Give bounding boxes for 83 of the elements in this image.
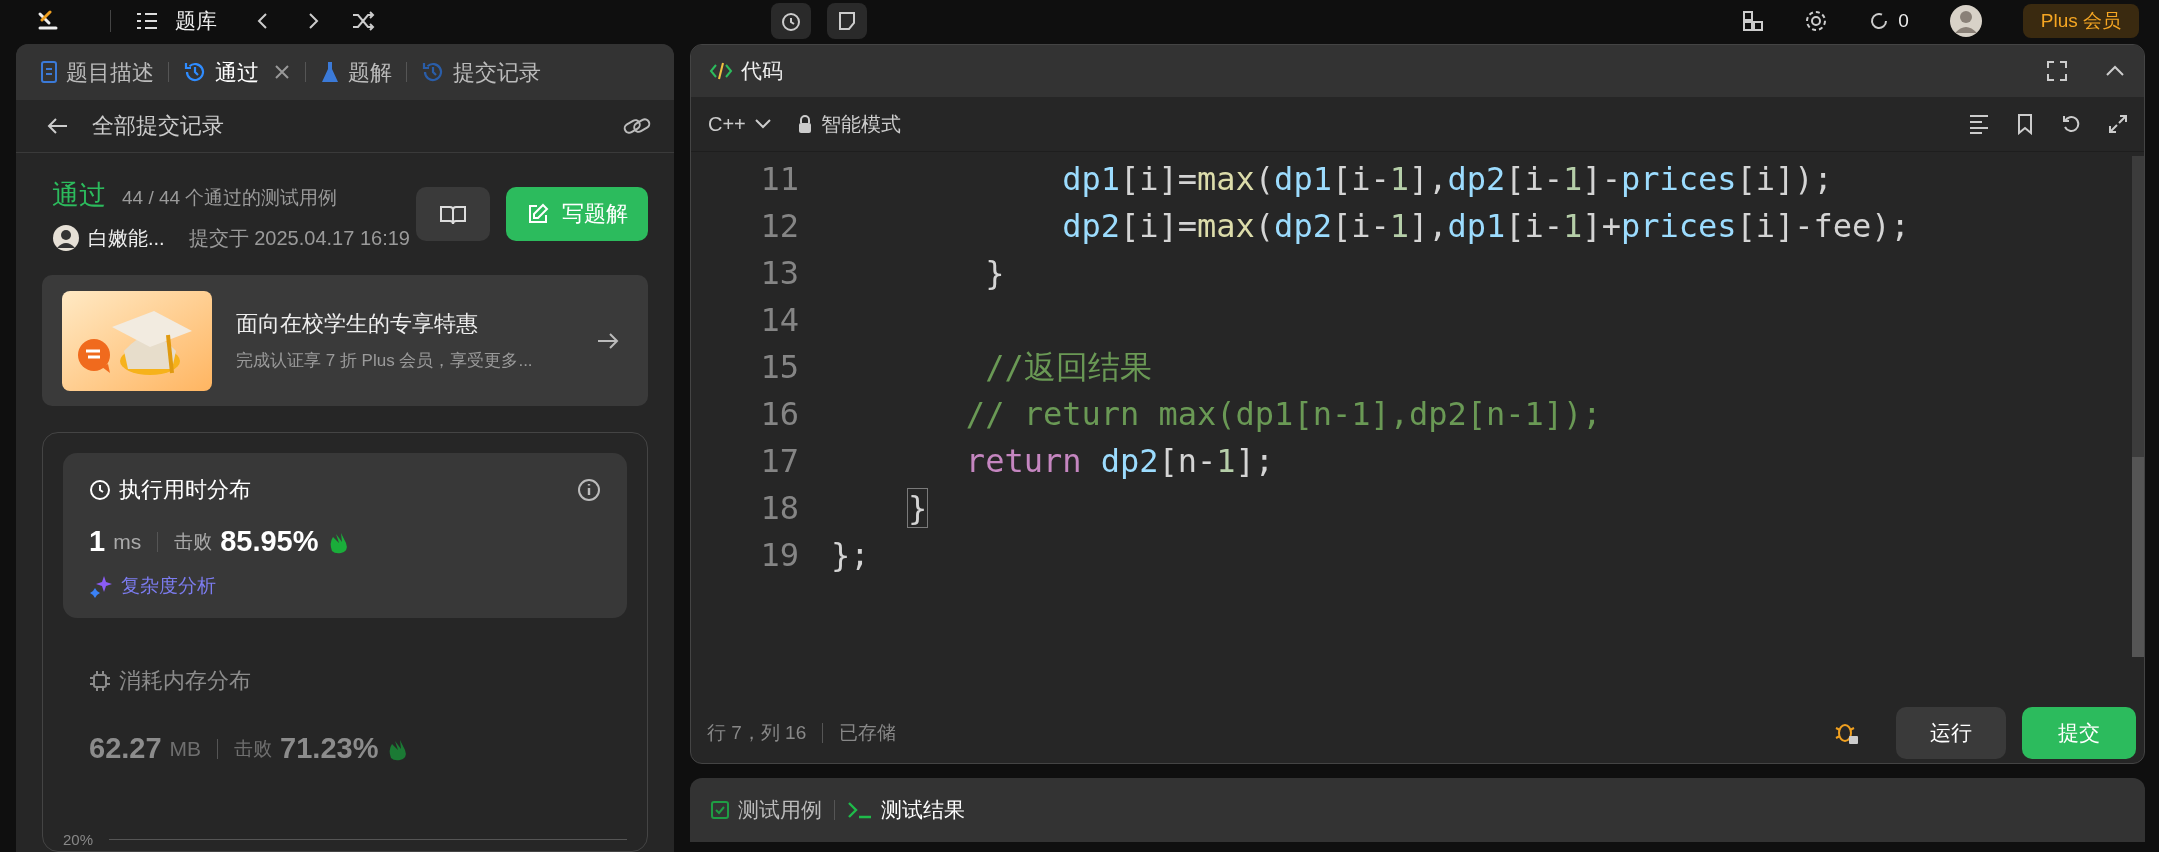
submission-time: 提交于 2025.04.17 16:19 (188, 226, 410, 252)
line-number: 11 (759, 159, 800, 200)
line-number: 18 (759, 488, 800, 529)
language-dropdown[interactable]: C++ (707, 108, 773, 140)
edit-icon (526, 201, 550, 226)
line-number: 15 (759, 347, 800, 388)
run-button[interactable]: 运行 (1896, 707, 2006, 759)
panel-tab[interactable]: 测试用例 (710, 794, 822, 826)
editor-title: 代码 (741, 58, 783, 85)
layout-icon[interactable] (1742, 10, 1765, 32)
promo-card[interactable]: 面向在校学生的专享特惠 完成认证享 7 折 Plus 会员，享受更多... (42, 275, 648, 406)
code-line: //返回结果 (984, 347, 1152, 388)
streak-count: 0 (1898, 8, 1909, 33)
info-icon[interactable] (577, 477, 601, 502)
plus-membership-button[interactable]: Plus 会员 (2022, 4, 2139, 38)
beat-percentage: 71.23% (280, 731, 379, 766)
line-number: 16 (759, 394, 800, 435)
format-icon[interactable] (1968, 114, 1990, 134)
stat-title: 消耗内存分布 (119, 667, 251, 695)
terminal-icon (847, 800, 873, 820)
list-icon[interactable] (135, 11, 159, 31)
stat-card[interactable]: 消耗内存分布 62.27 MB 击败 71.23% (63, 644, 627, 789)
stat-card[interactable]: 执行用时分布 1 ms 击败 85.95% 复杂度分析 (63, 453, 627, 618)
line-number: 14 (759, 300, 800, 341)
panel-tab[interactable]: 测试结果 (847, 794, 965, 826)
code-line: dp2[i]=max(dp2[i-1],dp1[i-1]+prices[i]-fee); (1061, 206, 1910, 247)
shuffle-icon[interactable] (351, 11, 375, 31)
stat-value: 1 (89, 524, 106, 559)
line-number: 12 (759, 206, 800, 247)
expand-icon[interactable] (2108, 114, 2128, 134)
checkbox-icon (710, 800, 730, 820)
solution-book-button[interactable] (416, 186, 490, 241)
stat-value: 62.27 (89, 731, 162, 766)
panel-tab[interactable]: 通过 (183, 55, 259, 89)
notes-button[interactable] (827, 3, 867, 39)
test-cases-text: 44 / 44 个通过的测试用例 (122, 185, 338, 210)
username: 白嫩能... (88, 226, 165, 252)
mode-label: 智能模式 (820, 112, 901, 137)
code-line: dp1[i]=max(dp1[i-1],dp2[i-1]-prices[i]); (1061, 159, 1833, 200)
beat-label: 击败 (174, 529, 213, 554)
code-line: } (984, 253, 1005, 294)
stat-unit: MB (169, 736, 202, 762)
problem-bank-link[interactable]: 题库 (175, 5, 217, 37)
user-avatar-icon (52, 224, 80, 253)
timer-icon (780, 10, 802, 32)
code-line: // return max(dp1[n-1],dp2[n-1]); (964, 394, 1602, 435)
promo-subtitle: 完成认证享 7 折 Plus 会员，享受更多... (236, 350, 533, 373)
status-text: 通过 (52, 178, 106, 212)
scrollbar-thumb[interactable] (2132, 156, 2144, 657)
beat-label: 击败 (234, 736, 273, 761)
promo-title: 面向在校学生的专享特惠 (236, 310, 479, 339)
lock-icon (796, 114, 813, 134)
settings-icon[interactable] (1804, 9, 1829, 33)
note-icon (836, 10, 858, 32)
panel-tab[interactable]: 题目描述 (40, 55, 154, 89)
line-number: 17 (759, 441, 800, 482)
document-icon (40, 60, 58, 85)
debug-button[interactable] (771, 3, 811, 39)
back-arrow-icon[interactable] (46, 115, 68, 136)
chip-icon (89, 669, 111, 692)
axis-tick-label: 20% (63, 829, 94, 850)
line-number: 19 (759, 535, 800, 576)
book-icon (439, 203, 467, 226)
panel-tab[interactable]: 题解 (320, 55, 392, 89)
avatar-icon[interactable] (1948, 4, 1983, 38)
code-line: }; (830, 535, 870, 576)
line-number: 13 (759, 253, 800, 294)
page-title: 全部提交记录 (92, 112, 224, 141)
bookmark-icon[interactable] (2016, 113, 2034, 135)
stat-title: 执行用时分布 (119, 476, 251, 504)
panel-tab[interactable]: 提交记录 (421, 55, 541, 89)
cursor-position: 行 7，列 16 (707, 720, 807, 745)
stat-unit: ms (113, 529, 142, 555)
code-line: return dp2[n-1]; (964, 441, 1275, 482)
save-status: 已存储 (839, 720, 897, 745)
clock-icon (89, 478, 111, 501)
code-icon (709, 60, 733, 82)
reset-icon[interactable] (2060, 113, 2082, 135)
beat-percentage: 85.95% (220, 524, 319, 559)
flask-icon (320, 60, 340, 85)
code-line: } (907, 488, 928, 529)
caret-icon (753, 118, 772, 130)
fullscreen-icon[interactable] (2046, 60, 2068, 82)
